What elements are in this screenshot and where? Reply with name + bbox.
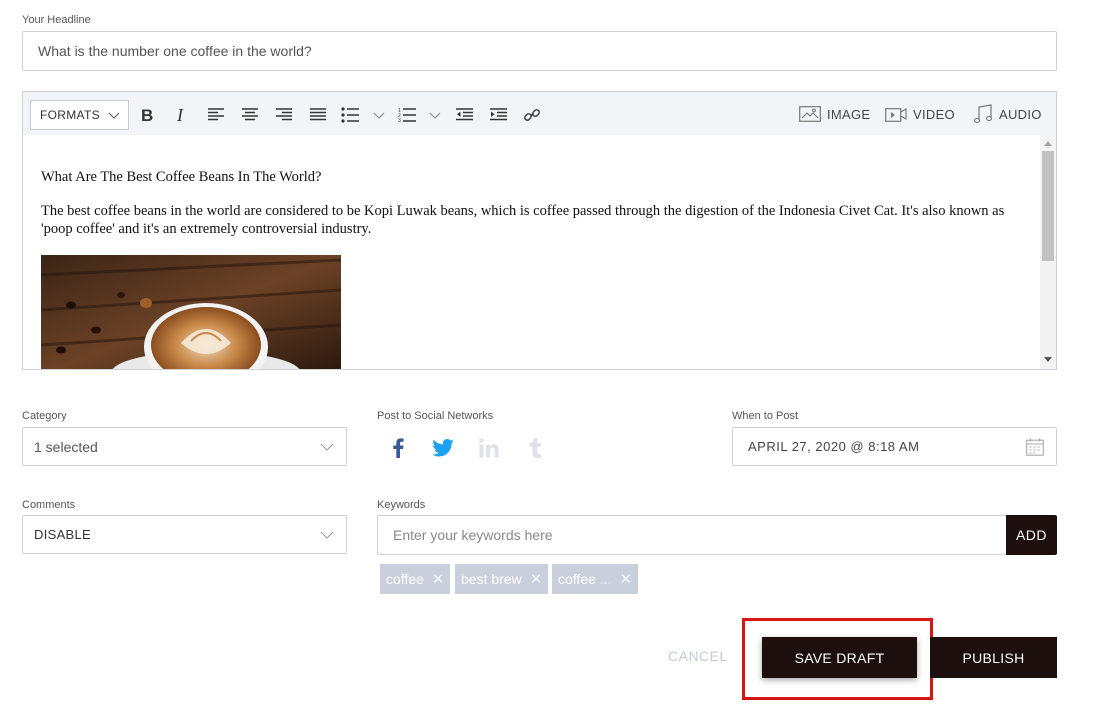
twitter-icon[interactable]: [432, 437, 454, 459]
chevron-down-icon: [320, 531, 334, 539]
link-icon[interactable]: [521, 104, 543, 126]
scroll-down-arrow[interactable]: [1044, 357, 1052, 362]
bullet-list-icon[interactable]: [339, 104, 361, 126]
category-select[interactable]: 1 selected: [22, 427, 347, 466]
headline-input[interactable]: What is the number one coffee in the wor…: [22, 31, 1057, 71]
keyword-tag: best brew ✕: [455, 564, 549, 594]
indent-icon[interactable]: [487, 104, 509, 126]
numbered-list-dropdown-icon[interactable]: [424, 104, 446, 126]
video-icon: [885, 108, 907, 122]
svg-text:I: I: [176, 107, 184, 123]
insert-audio-button[interactable]: AUDIO: [973, 102, 1042, 126]
keyword-tag: coffee ✕: [380, 564, 451, 594]
headline-label: Your Headline: [22, 14, 91, 26]
svg-text:B: B: [141, 107, 153, 123]
image-icon: [799, 106, 821, 122]
category-label: Category: [22, 410, 67, 422]
keywords-input[interactable]: Enter your keywords here: [377, 515, 1007, 555]
rich-text-editor: FORMATS B I 123 IMAGE VIDEO AUDIO What A…: [22, 91, 1057, 370]
align-right-icon[interactable]: [273, 104, 295, 126]
remove-tag-icon[interactable]: ✕: [530, 570, 543, 588]
formats-dropdown[interactable]: FORMATS: [30, 100, 129, 130]
audio-label: AUDIO: [999, 106, 1042, 122]
content-heading: What Are The Best Coffee Beans In The Wo…: [41, 169, 322, 185]
comments-select[interactable]: DISABLE: [22, 515, 347, 554]
keyword-tag-label: best brew: [461, 571, 522, 587]
editor-content[interactable]: What Are The Best Coffee Beans In The Wo…: [23, 135, 1039, 369]
category-value: 1 selected: [34, 438, 98, 455]
editor-scrollbar[interactable]: [1040, 135, 1056, 369]
italic-icon[interactable]: I: [171, 104, 193, 126]
keyword-tag-label: coffee ...: [558, 571, 612, 587]
video-label: VIDEO: [913, 106, 955, 122]
scroll-up-arrow[interactable]: [1044, 141, 1052, 146]
insert-video-button[interactable]: VIDEO: [885, 102, 955, 126]
add-keyword-button[interactable]: ADD: [1006, 515, 1057, 555]
remove-tag-icon[interactable]: ✕: [432, 570, 445, 588]
bullet-list-dropdown-icon[interactable]: [368, 104, 390, 126]
chevron-down-icon: [108, 112, 120, 119]
numbered-list-icon[interactable]: 123: [396, 104, 418, 126]
keyword-tag-label: coffee: [386, 571, 424, 587]
calendar-icon[interactable]: [1026, 438, 1044, 456]
image-label: IMAGE: [827, 106, 871, 122]
facebook-icon[interactable]: [387, 437, 409, 459]
svg-text:3: 3: [398, 118, 401, 123]
headline-value: What is the number one coffee in the wor…: [38, 43, 312, 59]
chevron-down-icon: [320, 443, 334, 451]
audio-icon: [973, 104, 993, 124]
comments-label: Comments: [22, 499, 76, 511]
save-draft-button[interactable]: SAVE DRAFT: [762, 637, 917, 678]
remove-tag-icon[interactable]: ✕: [619, 570, 632, 588]
align-justify-icon[interactable]: [307, 104, 329, 126]
publish-button[interactable]: PUBLISH: [930, 637, 1057, 678]
keyword-tag: coffee ... ✕: [552, 564, 639, 594]
when-to-post-label: When to Post: [732, 410, 799, 422]
scroll-thumb[interactable]: [1042, 151, 1054, 261]
content-paragraph: The best coffee beans in the world are c…: [41, 203, 1005, 237]
linkedin-icon[interactable]: [478, 437, 500, 459]
tumblr-icon[interactable]: [524, 437, 546, 459]
align-center-icon[interactable]: [239, 104, 261, 126]
insert-image-button[interactable]: IMAGE: [799, 102, 870, 126]
align-left-icon[interactable]: [205, 104, 227, 126]
coffee-latte-image: [41, 255, 341, 369]
social-label: Post to Social Networks: [377, 410, 494, 422]
cancel-button[interactable]: CANCEL: [668, 648, 728, 664]
keywords-placeholder: Enter your keywords here: [393, 527, 553, 543]
outdent-icon[interactable]: [453, 104, 475, 126]
when-to-post-input[interactable]: APRIL 27, 2020 @ 8:18 AM: [732, 427, 1057, 466]
when-to-post-value: APRIL 27, 2020 @ 8:18 AM: [748, 439, 920, 454]
editor-toolbar: FORMATS B I 123 IMAGE VIDEO AUDIO: [23, 92, 1056, 135]
bold-icon[interactable]: B: [136, 104, 158, 126]
comments-value: DISABLE: [34, 527, 92, 542]
formats-label: FORMATS: [40, 108, 100, 122]
keywords-label: Keywords: [377, 499, 426, 511]
